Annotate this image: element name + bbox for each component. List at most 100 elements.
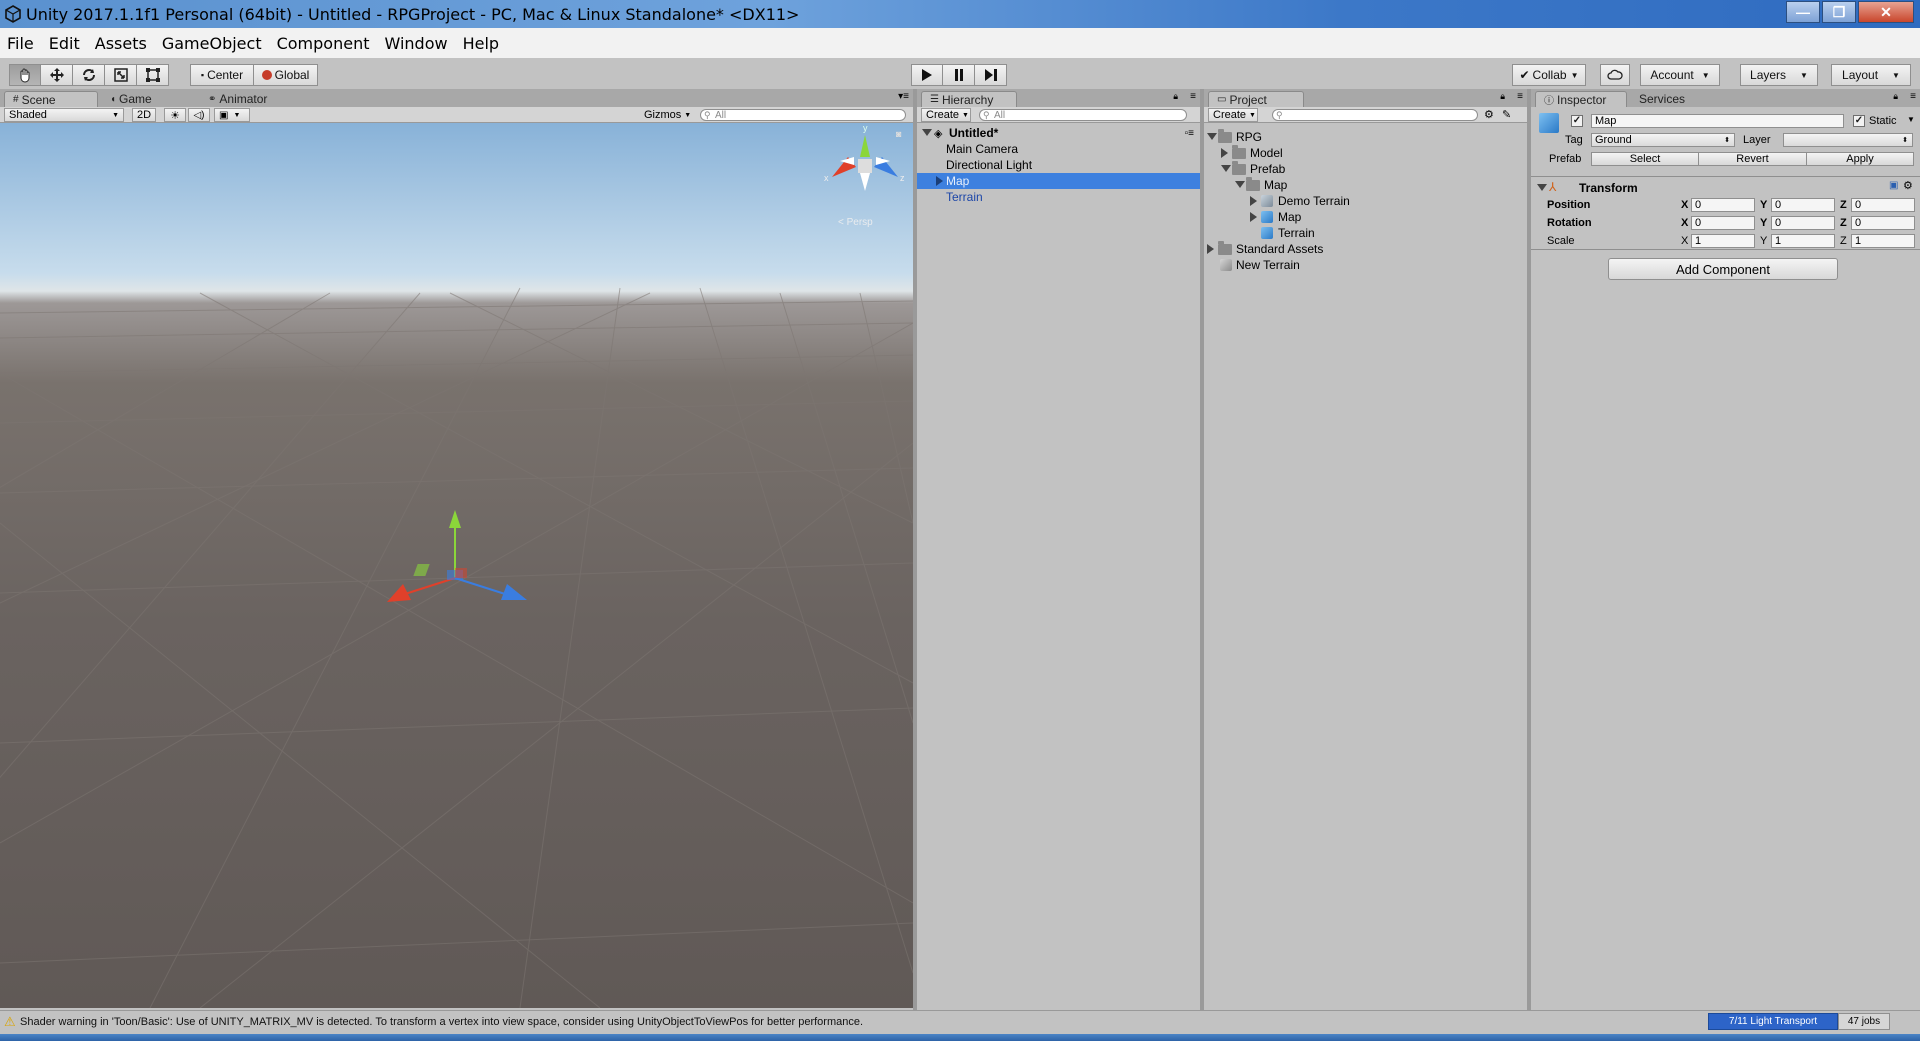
lock-icon[interactable]: 🔒︎ — [1173, 91, 1178, 102]
step-button[interactable] — [975, 64, 1007, 86]
prefab-revert-button[interactable]: Revert — [1699, 152, 1807, 166]
expand-arrow-icon[interactable] — [1250, 212, 1257, 222]
lock-icon[interactable]: 🔒︎ — [1893, 91, 1898, 102]
cloud-button[interactable] — [1600, 64, 1630, 86]
panel-menu-icon[interactable]: ≡ — [1190, 91, 1196, 102]
position-y-field[interactable]: 0 — [1771, 198, 1835, 212]
filter-label-icon[interactable]: ✎ — [1502, 108, 1511, 121]
toggle-2d-button[interactable]: 2D — [132, 108, 156, 122]
tab-inspector[interactable]: ⓘ Inspector — [1535, 91, 1627, 107]
project-prefab-terrain[interactable]: Terrain — [1204, 225, 1527, 241]
account-dropdown[interactable]: Account ▼ — [1640, 64, 1720, 86]
hierarchy-create-dropdown[interactable]: Create ▼ — [921, 108, 971, 122]
scale-z-field[interactable]: 1 — [1851, 234, 1915, 248]
panel-menu-icon[interactable]: ▾≡ — [898, 91, 909, 102]
scale-tool-button[interactable] — [105, 64, 137, 86]
project-folder-map[interactable]: Map — [1204, 177, 1527, 193]
project-search-input[interactable]: ⚲ — [1272, 109, 1478, 121]
menu-component[interactable]: Component — [270, 34, 378, 53]
hierarchy-item[interactable]: Main Camera — [917, 141, 1200, 157]
gear-icon[interactable]: ⚙ — [1903, 179, 1913, 192]
hierarchy-item[interactable]: Terrain — [917, 189, 1200, 205]
minimize-button[interactable]: — — [1786, 1, 1820, 23]
rotate-tool-button[interactable] — [73, 64, 105, 86]
scale-y-field[interactable]: 1 — [1771, 234, 1835, 248]
tab-animator[interactable]: ⚭ Animator — [200, 91, 300, 107]
maximize-button[interactable]: ❐ — [1822, 1, 1856, 23]
gizmo-lock-icon[interactable]: ◙ — [896, 129, 901, 139]
expand-arrow-icon[interactable] — [1235, 181, 1245, 188]
add-component-button[interactable]: Add Component — [1608, 258, 1838, 280]
status-bar[interactable]: ⚠ Shader warning in 'Toon/Basic': Use of… — [0, 1010, 1920, 1034]
menu-gameobject[interactable]: GameObject — [155, 34, 270, 53]
hand-tool-button[interactable] — [9, 64, 41, 86]
layout-dropdown[interactable]: Layout ▼ — [1831, 64, 1911, 86]
project-folder-standard-assets[interactable]: Standard Assets — [1204, 241, 1527, 257]
project-create-dropdown[interactable]: Create ▼ — [1208, 108, 1258, 122]
expand-arrow-icon[interactable] — [936, 176, 943, 186]
gizmo-persp-label[interactable]: < Persp — [838, 217, 873, 228]
view-orientation-gizmo[interactable]: y x z < Persp ◙ — [820, 123, 910, 245]
tab-scene[interactable]: # Scene — [4, 91, 98, 107]
prefab-apply-button[interactable]: Apply — [1807, 152, 1914, 166]
layer-dropdown[interactable]: ⬍ — [1783, 133, 1913, 147]
rotation-y-field[interactable]: 0 — [1771, 216, 1835, 230]
tab-game[interactable]: ◖ Game — [102, 91, 192, 107]
project-asset-new-terrain[interactable]: New Terrain — [1204, 257, 1527, 273]
tab-project[interactable]: ▭ Project — [1208, 91, 1304, 107]
static-checkbox[interactable]: ✓ — [1853, 115, 1865, 127]
audio-toggle[interactable]: ◁) — [188, 108, 210, 122]
project-folder-rpg[interactable]: RPG — [1204, 129, 1527, 145]
expand-arrow-icon[interactable] — [1221, 148, 1228, 158]
hierarchy-item-selected[interactable]: Map — [917, 173, 1200, 189]
hierarchy-item[interactable]: Directional Light — [917, 157, 1200, 173]
pivot-center-button[interactable]: ▪ Center — [190, 64, 254, 86]
shading-mode-dropdown[interactable]: Shaded ▼ — [4, 108, 124, 122]
y-axis-arrow[interactable] — [449, 510, 461, 528]
menu-edit[interactable]: Edit — [42, 34, 88, 53]
hierarchy-search-input[interactable]: ⚲ All — [979, 109, 1187, 121]
expand-arrow-icon[interactable] — [1207, 244, 1214, 254]
rect-tool-button[interactable] — [137, 64, 169, 86]
expand-arrow-icon[interactable] — [1221, 165, 1231, 172]
tab-hierarchy[interactable]: ☰ Hierarchy — [921, 91, 1017, 107]
x-axis-arrow[interactable] — [387, 584, 411, 602]
expand-arrow-icon[interactable] — [922, 129, 932, 136]
z-axis-arrow[interactable] — [501, 584, 527, 600]
scene-search-input[interactable]: ⚲ All — [700, 109, 906, 121]
filter-type-icon[interactable]: ⚙ — [1484, 108, 1494, 121]
menu-window[interactable]: Window — [377, 34, 455, 53]
project-prefab-map[interactable]: Map — [1204, 209, 1527, 225]
gizmos-dropdown[interactable]: Gizmos ▼ — [640, 108, 694, 122]
collapse-arrow-icon[interactable] — [1537, 184, 1547, 191]
panel-menu-icon[interactable]: ≡ — [1910, 91, 1916, 102]
play-button[interactable] — [911, 64, 943, 86]
help-book-icon[interactable]: ▣ — [1889, 180, 1898, 191]
expand-arrow-icon[interactable] — [1250, 196, 1257, 206]
position-z-field[interactable]: 0 — [1851, 198, 1915, 212]
move-tool-button[interactable] — [41, 64, 73, 86]
project-folder-model[interactable]: Model — [1204, 145, 1527, 161]
collab-dropdown[interactable]: ✔ Collab ▼ — [1512, 64, 1586, 86]
rotation-x-field[interactable]: 0 — [1691, 216, 1755, 230]
lock-icon[interactable]: 🔒︎ — [1500, 91, 1505, 102]
menu-help[interactable]: Help — [456, 34, 507, 53]
tab-services[interactable]: Services — [1631, 91, 1707, 107]
menu-file[interactable]: File — [0, 34, 42, 53]
effects-dropdown[interactable]: ▣ ▼ — [214, 108, 250, 122]
rotation-z-field[interactable]: 0 — [1851, 216, 1915, 230]
pause-button[interactable] — [943, 64, 975, 86]
project-prefab-demo-terrain[interactable]: Demo Terrain — [1204, 193, 1527, 209]
pivot-global-button[interactable]: Global — [254, 64, 318, 86]
close-button[interactable]: ✕ — [1858, 1, 1914, 23]
scene-menu-icon[interactable]: ▫≡ — [1185, 128, 1194, 139]
panel-menu-icon[interactable]: ≡ — [1517, 91, 1523, 102]
expand-arrow-icon[interactable] — [1207, 133, 1217, 140]
scene-viewport[interactable]: y x z < Persp ◙ — [0, 123, 913, 1008]
layers-dropdown[interactable]: Layers ▼ — [1740, 64, 1818, 86]
static-dropdown-icon[interactable]: ▼ — [1907, 115, 1915, 124]
position-x-field[interactable]: 0 — [1691, 198, 1755, 212]
prefab-select-button[interactable]: Select — [1591, 152, 1699, 166]
lighting-toggle[interactable]: ☀ — [164, 108, 186, 122]
project-folder-prefab[interactable]: Prefab — [1204, 161, 1527, 177]
